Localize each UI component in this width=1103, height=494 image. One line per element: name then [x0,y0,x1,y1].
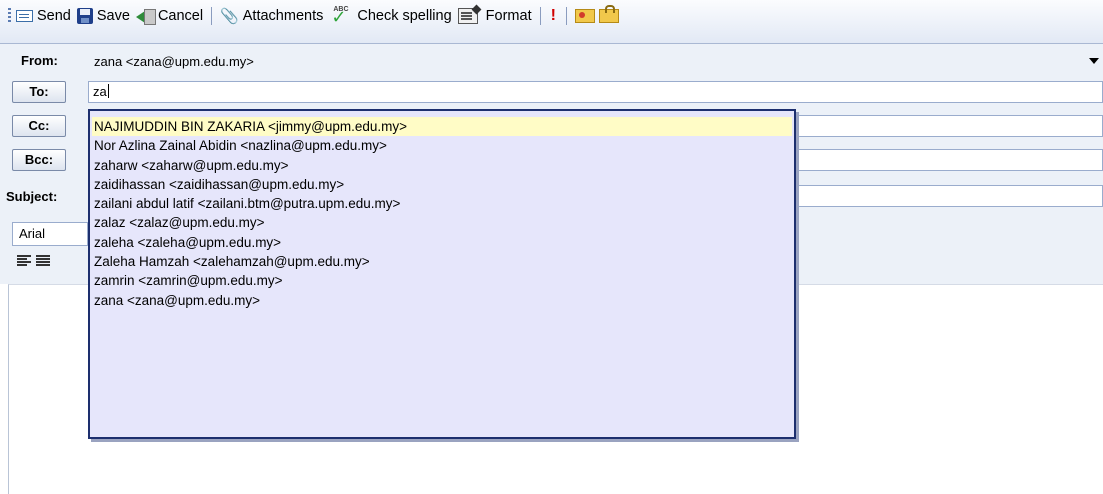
autocomplete-item[interactable]: zaharw <zaharw@upm.edu.my> [92,156,792,175]
toolbar-separator [539,6,541,25]
compose-toolbar: Send Save Cancel 📎 Attachments ABC ✓ Chec… [0,0,1103,44]
to-field[interactable]: za [88,81,1103,103]
autocomplete-item[interactable]: zalaz <zalaz@upm.edu.my> [92,213,792,232]
cancel-icon [135,8,156,25]
toolbar-separator [211,6,213,25]
format-label: Format [485,7,532,24]
autocomplete-item[interactable]: zaleha <zaleha@upm.edu.my> [92,233,792,252]
paperclip-icon: 📎 [220,6,239,25]
save-icon [76,7,93,24]
toolbar-grip[interactable] [8,7,11,24]
autocomplete-item[interactable]: zana <zana@upm.edu.my> [92,291,792,310]
spellcheck-icon: ABC ✓ [331,5,349,28]
from-dropdown-icon[interactable] [1089,58,1099,64]
sign-button[interactable] [574,8,599,23]
certificate-icon [574,8,595,23]
subject-label: Subject: [6,189,58,204]
send-label: Send [37,7,71,24]
attachments-label: Attachments [242,7,324,24]
save-button[interactable]: Save [76,7,130,24]
toolbar-separator [565,6,567,25]
from-label: From: [21,53,58,68]
encrypt-icon [598,4,619,23]
bcc-button[interactable]: Bcc: [12,149,66,171]
to-button[interactable]: To: [12,81,66,103]
autocomplete-item[interactable]: Zaleha Hamzah <zalehamzah@upm.edu.my> [92,252,792,271]
font-select[interactable]: Arial [12,222,88,246]
from-select[interactable]: zana <zana@upm.edu.my> [88,52,1103,72]
send-icon [16,9,33,22]
autocomplete-item[interactable]: Nor Azlina Zainal Abidin <nazlina@upm.ed… [92,136,792,155]
text-caret [107,84,109,98]
attachments-button[interactable]: 📎 Attachments [220,7,323,25]
cc-button[interactable]: Cc: [12,115,66,137]
cancel-label: Cancel [157,7,204,24]
importance-button[interactable]: ! [549,7,558,25]
align-center-icon[interactable] [36,255,50,267]
format-icon [457,7,478,24]
autocomplete-item[interactable]: NAJIMUDDIN BIN ZAKARIA <jimmy@upm.edu.my… [92,117,792,137]
check-spelling-button[interactable]: ABC ✓ Check spelling [329,5,452,28]
cancel-button[interactable]: Cancel [135,7,204,25]
autocomplete-item[interactable]: zailani abdul latif <zailani.btm@putra.u… [92,194,792,213]
font-value: Arial [19,226,46,241]
from-value: zana <zana@upm.edu.my> [94,54,254,69]
save-label: Save [96,7,130,24]
format-button[interactable]: Format [457,7,532,24]
recipient-autocomplete-list: NAJIMUDDIN BIN ZAKARIA <jimmy@upm.edu.my… [88,109,796,439]
to-value: za [93,84,107,99]
autocomplete-item[interactable]: zaidihassan <zaidihassan@upm.edu.my> [92,175,792,194]
align-left-icon[interactable] [17,255,31,267]
autocomplete-item[interactable]: zamrin <zamrin@upm.edu.my> [92,271,792,290]
encrypt-button[interactable] [598,4,623,23]
check-spelling-label: Check spelling [357,7,452,24]
send-button[interactable]: Send [16,8,71,24]
importance-icon: ! [550,6,556,24]
